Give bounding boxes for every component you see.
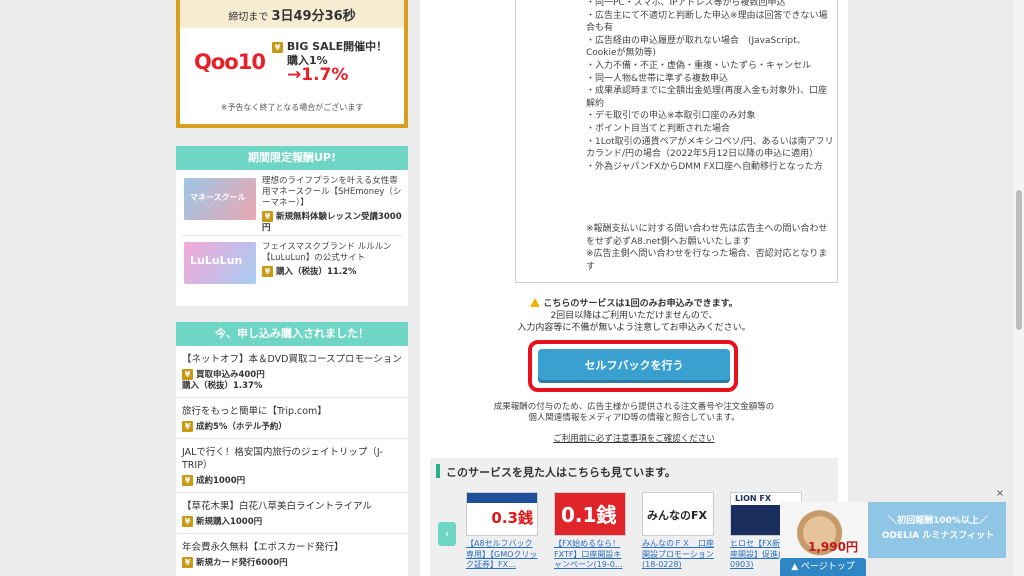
- timer-note: ※予告なく終了となる場合がございます: [220, 103, 364, 112]
- recommend-item[interactable]: 0.3銭 【A8セルフバック専用】【GMOクリック証券】FX...: [466, 492, 538, 571]
- recent-panel: 今、申し込み購入されました！ 【ネットオフ】本＆DVD買取コースプロモーション …: [176, 322, 408, 576]
- bigsale-title: BIG SALE開催中！: [286, 40, 388, 53]
- promo-thumbnail[interactable]: マネースクール: [184, 178, 256, 220]
- recent-item-reward: ¥ 成約1000円: [182, 475, 402, 487]
- recommend-caption[interactable]: 【A8セルフバック専用】【GMOクリック証券】FX...: [466, 539, 538, 571]
- promo-thumbnail[interactable]: LuLuLun: [184, 242, 256, 284]
- coin-icon: ¥: [182, 557, 193, 568]
- ad-line1: ＼初回報酬100%以上／: [888, 516, 988, 526]
- countdown-value: 3日49分36秒: [271, 9, 356, 24]
- once-line2: 入力内容等に不備が無いよう注意してお申込みください。: [517, 323, 751, 333]
- recent-item-title[interactable]: 旅行をもっと簡単に【Trip.com】: [182, 405, 402, 418]
- promo-thumb-text: マネースクール: [190, 193, 246, 202]
- recommend-caption[interactable]: みんなのＦＸ 口座開設プロモーション(18-0228): [642, 539, 714, 571]
- once-only-notice: こちらのサービスは1回のみお申込みできます。 2回目以降はご利用いただけませんの…: [430, 298, 838, 334]
- coin-icon: ¥: [182, 516, 193, 527]
- limited-panel: 期間限定報酬UP! マネースクール 理想のライフプランを叶える女性専用マネースク…: [176, 146, 408, 306]
- once-title: こちらのサービスは1回のみお申込みできます。: [543, 299, 738, 309]
- thumb-text: みんなのFX: [647, 509, 707, 522]
- ad-close-icon[interactable]: ×: [994, 488, 1006, 500]
- heading-bar-icon: [436, 464, 440, 478]
- recent-item[interactable]: 旅行をもっと簡単に【Trip.com】 ¥ 成約5%（ホテル予約）: [176, 398, 408, 439]
- limited-item[interactable]: LuLuLun フェイスマスクブランド ルルルン【LuLuLun】の公式サイト …: [182, 236, 402, 290]
- limited-heading: 期間限定報酬UP!: [176, 146, 408, 170]
- promo-title[interactable]: 理想のライフプランを叶える女性専用マネースクール【SHEmoney（シーマネー）…: [262, 176, 404, 209]
- bigsale-info: ¥ BIG SALE開催中！ 購入1% →1.7%: [272, 40, 387, 84]
- recent-item[interactable]: 【草花木果】白花八草美白ライントライアル ¥ 新規購入1000円: [176, 493, 408, 534]
- after-note-line2: 個人関連情報をメディアID等の情報と照合しています。: [528, 413, 740, 423]
- recent-item-title[interactable]: 【草花木果】白花八草美白ライントライアル: [182, 500, 402, 513]
- recent-item[interactable]: 【ネットオフ】本＆DVD買取コースプロモーション ¥ 買取申込み400円 購入（…: [176, 346, 408, 398]
- recent-item-title[interactable]: 年会費永久無料【エポスカード発行】: [182, 541, 402, 554]
- recent-item-reward: ¥ 新規カード発行6000円: [182, 557, 402, 569]
- scrollbar-thumb[interactable]: [1016, 190, 1022, 330]
- recent-item-title[interactable]: 【ネットオフ】本＆DVD買取コースプロモーション: [182, 353, 402, 366]
- recent-item[interactable]: JALで行く！格安国内旅行のジェイトリップ（J-TRIP） ¥ 成約1000円: [176, 439, 408, 493]
- warning-icon: [530, 298, 541, 307]
- recent-heading: 今、申し込み購入されました！: [176, 322, 408, 346]
- countdown-label: 締切まで: [228, 12, 269, 23]
- notice-link[interactable]: ご利用前に必ず注意事項をご確認ください: [430, 432, 838, 444]
- recommend-caption[interactable]: 【FX始めるなら！FXTF】口座開設キャンペーン(19-0...: [554, 539, 626, 571]
- coin-icon: ¥: [262, 211, 273, 222]
- promo-text[interactable]: 理想のライフプランを叶える女性専用マネースクール【SHEmoney（シーマネー）…: [262, 176, 404, 234]
- once-line1: 2回目以降はご利用いただけませんので、: [550, 311, 718, 321]
- qoo10-logo: Qoo10: [194, 50, 266, 74]
- recommend-thumbnail[interactable]: 0.1銭: [554, 492, 626, 536]
- recent-item-reward: ¥ 新規購入1000円: [182, 516, 402, 528]
- recommend-heading: このサービスを見た人はこちらも見ています。: [436, 464, 676, 480]
- coin-icon: ¥: [182, 421, 193, 432]
- page-scrollbar[interactable]: [1014, 0, 1024, 576]
- ad-price: 1,990円: [808, 540, 858, 554]
- countdown-bar: 締切まで 3日49分36秒: [180, 0, 404, 28]
- personal-info-note: 成果報酬の付与のため、広告主様から提供される注文番号や注文金額等の 個人関連情報…: [430, 402, 838, 424]
- coin-icon: ¥: [262, 266, 273, 277]
- recent-item-reward: ¥ 買取申込み400円 購入（税抜）1.37%: [182, 369, 265, 391]
- recommend-thumbnail[interactable]: みんなのFX: [642, 492, 714, 536]
- promo-reward: ¥ 購入（税抜）11.2%: [262, 266, 404, 278]
- recommend-item[interactable]: 0.1銭 【FX始めるなら！FXTF】口座開設キャンペーン(19-0...: [554, 492, 626, 571]
- thumb-text: 0.3銭: [491, 509, 533, 527]
- bigsale-rate: →1.7%: [287, 65, 349, 85]
- promo-reward: ¥ 新規無料体験レッスン受講3000円: [262, 211, 402, 233]
- promo-thumb-text: LuLuLun: [190, 254, 243, 267]
- recommend-section: このサービスを見た人はこちらも見ています。 ‹ 0.3銭 【A8セルフバック専用…: [430, 458, 838, 576]
- ad-line2: ODELIA ルミナスフィット: [881, 531, 995, 541]
- recommend-thumbnail[interactable]: 0.3銭: [466, 492, 538, 536]
- timer-campaign-box[interactable]: 締切まで 3日49分36秒 Qoo10 ¥ BIG SALE開催中！ 購入1% …: [176, 0, 408, 128]
- page-top-button[interactable]: ▲ ページトップ: [780, 558, 866, 576]
- recent-item-title[interactable]: JALで行く！格安国内旅行のジェイトリップ（J-TRIP）: [182, 446, 402, 472]
- selfback-button[interactable]: セルフバックを行う: [538, 349, 730, 383]
- carousel-prev-arrow-icon[interactable]: ‹: [438, 522, 456, 546]
- promo-text[interactable]: フェイスマスクブランド ルルルン【LuLuLun】の公式サイト ¥ 購入（税抜）…: [262, 242, 404, 278]
- terms-conditions: ・同一PC・スマホ、IPアドレス等から複数回申込 ・広告主にて不適切と判断した申…: [586, 0, 834, 172]
- terms-box[interactable]: ・同一PC・スマホ、IPアドレス等から複数回申込 ・広告主にて不適切と判断した申…: [515, 0, 838, 283]
- limited-item[interactable]: マネースクール 理想のライフプランを叶える女性専用マネースクール【SHEmone…: [182, 170, 402, 236]
- thumb-text: 0.1銭: [561, 503, 617, 527]
- coin-icon: ¥: [182, 369, 193, 380]
- recent-item[interactable]: 年会費永久無料【エポスカード発行】 ¥ 新規カード発行6000円: [176, 534, 408, 574]
- recommend-item[interactable]: みんなのFX みんなのＦＸ 口座開設プロモーション(18-0228): [642, 492, 714, 571]
- floating-ad-banner[interactable]: 1,990円 ＼初回報酬100%以上／ ODELIA ルミナスフィット: [780, 502, 1006, 558]
- coin-icon: ¥: [182, 475, 193, 486]
- terms-notes: ※報酬支払いに対する問い合わせ先は広告主への問い合わせをせず必ずA8.net側へ…: [586, 224, 828, 272]
- coin-icon: ¥: [272, 41, 283, 53]
- thumb-band: [467, 493, 537, 503]
- recent-item-reward: ¥ 成約5%（ホテル予約）: [182, 421, 402, 433]
- ad-text: ＼初回報酬100%以上／ ODELIA ルミナスフィット: [874, 514, 1002, 544]
- after-note-line1: 成果報酬の付与のため、広告主様から提供される注文番号や注文金額等の: [493, 402, 775, 412]
- promo-title[interactable]: フェイスマスクブランド ルルルン【LuLuLun】の公式サイト: [262, 242, 404, 264]
